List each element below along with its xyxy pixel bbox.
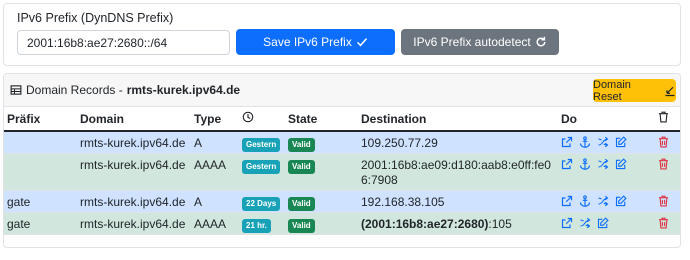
share-icon[interactable] — [597, 136, 609, 148]
cell-prefix — [4, 131, 77, 154]
table-row: gate rmts-kurek.ipv64.de A 22 Days Valid… — [4, 190, 680, 213]
share-icon[interactable] — [597, 158, 609, 170]
state-badge: Valid — [288, 138, 315, 152]
time-badge: Gestern — [242, 159, 281, 174]
delete-icon[interactable] — [658, 195, 670, 207]
cell-destination: 109.250.77.29 — [358, 131, 558, 154]
cell-destination: 2001:16b8:ae09:d180:aab8:e0ff:fe06:7908 — [358, 153, 558, 191]
col-header-delete — [655, 107, 680, 132]
external-link-icon[interactable] — [561, 217, 573, 229]
col-header-do: Do — [558, 107, 655, 132]
cell-type: A — [191, 190, 239, 213]
external-link-icon[interactable] — [561, 195, 573, 207]
clock-icon — [242, 111, 254, 123]
cell-prefix: gate — [4, 212, 77, 235]
cell-destination: 192.168.38.105 — [358, 190, 558, 213]
cell-domain: rmts-kurek.ipv64.de — [77, 131, 191, 154]
table-row: rmts-kurek.ipv64.de A Gestern Valid 109.… — [4, 131, 680, 154]
col-header-state: State — [285, 107, 358, 132]
delete-icon[interactable] — [658, 217, 670, 229]
prefix-autodetect-button[interactable]: IPv6 Prefix autodetect — [401, 29, 559, 55]
anchor-icon[interactable] — [579, 157, 591, 170]
external-link-icon[interactable] — [561, 136, 573, 148]
cell-domain: rmts-kurek.ipv64.de — [77, 153, 191, 191]
records-card-header: Domain Records - rmts-kurek.ipv64.de Dom… — [4, 74, 680, 107]
destination-prefix-part: (2001:16b8:ae27:2680) — [361, 216, 489, 231]
destination-suffix-part: :105 — [488, 216, 512, 231]
table-icon — [10, 84, 22, 96]
trash-icon — [658, 111, 670, 123]
share-icon[interactable] — [579, 217, 591, 229]
anchor-icon[interactable] — [579, 136, 591, 148]
edit-icon[interactable] — [615, 194, 627, 207]
table-row: gate rmts-kurek.ipv64.de AAAA 21 hr. Val… — [4, 212, 680, 235]
domain-records-table: Präfix Domain Type State Destination Do — [4, 107, 680, 235]
cell-destination: (2001:16b8:ae27:2680):105 — [358, 212, 558, 235]
state-badge: Valid — [288, 218, 315, 233]
state-badge: Valid — [288, 196, 315, 211]
edit-icon[interactable] — [597, 216, 609, 229]
col-header-destination: Destination — [358, 107, 558, 132]
delete-icon[interactable] — [658, 158, 670, 170]
edit-icon[interactable] — [615, 157, 627, 170]
domain-records-card: Domain Records - rmts-kurek.ipv64.de Dom… — [3, 73, 681, 248]
table-row: rmts-kurek.ipv64.de AAAA Gestern Valid 2… — [4, 153, 680, 191]
save-ipv6-prefix-button[interactable]: Save IPv6 Prefix — [236, 29, 395, 55]
ipv6-prefix-input[interactable] — [17, 30, 230, 55]
anchor-icon[interactable] — [579, 194, 591, 207]
state-badge: Valid — [288, 159, 315, 174]
col-header-time — [239, 107, 285, 132]
ipv6-prefix-card: IPv6 Prefix (DynDNS Prefix) Save IPv6 Pr… — [3, 3, 681, 66]
check-icon — [356, 36, 368, 48]
table-header-row: Präfix Domain Type State Destination Do — [4, 107, 680, 132]
records-card-title: Domain Records - rmts-kurek.ipv64.de — [10, 83, 240, 97]
time-badge: 21 hr. — [242, 218, 271, 233]
edit-icon[interactable] — [615, 136, 627, 148]
external-link-icon[interactable] — [561, 158, 573, 170]
col-header-prefix: Präfix — [4, 107, 77, 132]
reset-button-label: Domain Reset — [593, 78, 631, 103]
records-title-domain: rmts-kurek.ipv64.de — [126, 83, 241, 97]
col-header-type: Type — [191, 107, 239, 132]
time-badge: 22 Days — [242, 196, 281, 211]
save-button-label: Save IPv6 Prefix — [263, 35, 352, 49]
domain-reset-button[interactable]: Domain Reset — [593, 78, 676, 103]
delete-icon[interactable] — [658, 136, 670, 148]
detect-button-label: IPv6 Prefix autodetect — [413, 35, 531, 49]
cell-domain: rmts-kurek.ipv64.de — [77, 212, 191, 235]
cell-prefix: gate — [4, 190, 77, 213]
col-header-domain: Domain — [77, 107, 191, 132]
share-icon[interactable] — [597, 195, 609, 207]
cell-type: AAAA — [191, 153, 239, 191]
cell-domain: rmts-kurek.ipv64.de — [77, 190, 191, 213]
time-badge: Gestern — [242, 138, 281, 152]
cell-prefix — [4, 153, 77, 191]
refresh-icon — [535, 36, 547, 48]
reset-icon — [664, 85, 676, 97]
prefix-card-title: IPv6 Prefix (DynDNS Prefix) — [17, 11, 174, 25]
cell-type: A — [191, 131, 239, 154]
records-title-prefix: Domain Records - — [26, 83, 123, 97]
cell-type: AAAA — [191, 212, 239, 235]
